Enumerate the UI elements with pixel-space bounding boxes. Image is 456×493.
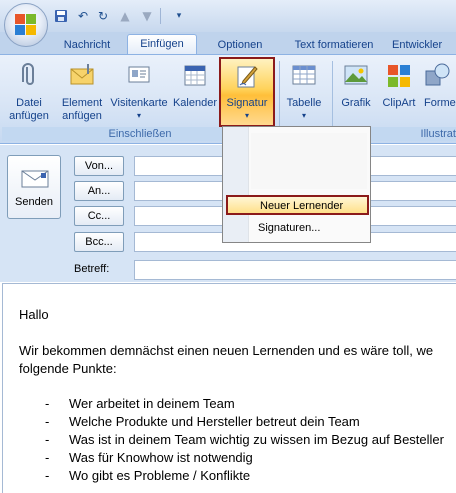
tab-nachricht[interactable]: Nachricht bbox=[52, 36, 122, 54]
shapes-label: Formen bbox=[424, 97, 456, 109]
clipart-label: ClipArt bbox=[382, 97, 416, 109]
menu-empty-area bbox=[251, 133, 367, 189]
paperclip-icon bbox=[22, 63, 34, 85]
envelope-attach-icon bbox=[70, 64, 94, 85]
picture-button[interactable]: Grafik bbox=[334, 59, 378, 123]
body-line: folgende Punkte: bbox=[19, 361, 117, 376]
business-card-label: Visitenkarte bbox=[110, 97, 168, 109]
tab-optionen[interactable]: Optionen bbox=[205, 36, 275, 54]
save-icon[interactable] bbox=[54, 9, 68, 23]
bullet-item: Was ist in deinem Team wichtig zu wissen… bbox=[69, 432, 444, 447]
dropdown-arrow-icon: ▾ bbox=[244, 111, 249, 120]
picture-label: Grafik bbox=[341, 97, 371, 109]
arrow-up-icon[interactable]: ▲ bbox=[118, 9, 132, 23]
bullet-item: Welche Produkte und Hersteller betreut d… bbox=[69, 414, 360, 429]
bullet-marker: - bbox=[45, 414, 50, 429]
picture-icon bbox=[344, 65, 368, 85]
customize-qat-icon[interactable]: ▾ bbox=[172, 9, 186, 23]
table-label: Tabelle bbox=[286, 97, 322, 109]
office-logo-icon bbox=[15, 14, 37, 36]
redo-icon[interactable]: ↻ bbox=[96, 9, 110, 23]
cc-button[interactable]: Cc... bbox=[74, 206, 124, 226]
attach-item-button[interactable]: Element anfügen bbox=[56, 59, 108, 123]
bullet-item: Wo gibt es Probleme / Konflikte bbox=[69, 468, 251, 483]
attach-file-label: Datei anfügen bbox=[9, 97, 49, 122]
ribbon-tabs: Nachricht Einfügen Optionen Text formati… bbox=[0, 32, 456, 55]
tab-entwickler[interactable]: Entwickler bbox=[392, 36, 456, 54]
undo-icon[interactable]: ↶ bbox=[76, 9, 90, 23]
shapes-icon bbox=[425, 63, 450, 86]
tab-einfuegen[interactable]: Einfügen bbox=[127, 34, 197, 55]
dropdown-arrow-icon: ▾ bbox=[136, 111, 141, 120]
office-button[interactable] bbox=[4, 3, 48, 47]
signature-pen-icon bbox=[237, 66, 258, 88]
bullet-item: Wer arbeitet in deinem Team bbox=[69, 396, 235, 411]
menu-item-signaturen[interactable]: Signaturen... bbox=[226, 219, 369, 239]
quick-access-toolbar: ↶ ↻ ▲ ▼ ▾ bbox=[0, 0, 456, 32]
send-label: Senden bbox=[15, 196, 53, 208]
dropdown-arrow-icon: ▾ bbox=[301, 111, 306, 120]
subject-label: Betreff: bbox=[74, 263, 110, 275]
send-button[interactable]: Senden bbox=[7, 155, 61, 219]
message-body[interactable]: Hallo Wir bekommen demnächst einen neuen… bbox=[2, 283, 456, 493]
body-line: Wir bekommen demnächst einen neuen Lerne… bbox=[19, 343, 434, 358]
calendar-icon bbox=[184, 65, 206, 86]
separator bbox=[160, 8, 161, 24]
tab-text-formatieren[interactable]: Text formatieren bbox=[282, 36, 386, 54]
clipart-icon bbox=[388, 65, 410, 87]
to-button[interactable]: An... bbox=[74, 181, 124, 201]
menu-item-label: Neuer Lernender bbox=[260, 200, 344, 212]
signature-label: Signatur bbox=[226, 97, 268, 109]
table-button[interactable]: Tabelle ▾ bbox=[282, 59, 326, 123]
bullet-marker: - bbox=[45, 432, 50, 447]
arrow-down-icon[interactable]: ▼ bbox=[140, 9, 154, 23]
from-button[interactable]: Von... bbox=[74, 156, 124, 176]
calendar-button[interactable]: Kalender bbox=[172, 59, 218, 123]
shapes-button[interactable]: Formen bbox=[420, 59, 456, 123]
subject-field[interactable] bbox=[134, 260, 456, 280]
calendar-label: Kalender bbox=[172, 97, 218, 109]
bullet-marker: - bbox=[45, 396, 50, 411]
send-envelope-icon bbox=[21, 170, 49, 188]
bullet-marker: - bbox=[45, 450, 50, 465]
menu-item-neuer-lernender[interactable]: Neuer Lernender bbox=[226, 195, 369, 215]
signature-button[interactable]: Signatur ▾ bbox=[219, 57, 275, 127]
body-greeting: Hallo bbox=[19, 307, 49, 322]
attach-file-button[interactable]: Datei anfügen bbox=[6, 59, 52, 123]
clipart-button[interactable]: ClipArt bbox=[378, 59, 420, 123]
menu-item-label: Signaturen... bbox=[258, 222, 321, 234]
table-icon bbox=[292, 65, 316, 85]
signature-dropdown-menu: Neuer Lernender Signaturen... bbox=[222, 126, 371, 243]
business-card-icon bbox=[128, 66, 150, 83]
business-card-button[interactable]: Visitenkarte ▾ bbox=[108, 59, 170, 123]
bullet-item: Was für Knowhow ist notwendig bbox=[69, 450, 253, 465]
bullet-marker: - bbox=[45, 468, 50, 483]
bcc-button[interactable]: Bcc... bbox=[74, 232, 124, 252]
attach-item-label: Element anfügen bbox=[61, 97, 103, 122]
